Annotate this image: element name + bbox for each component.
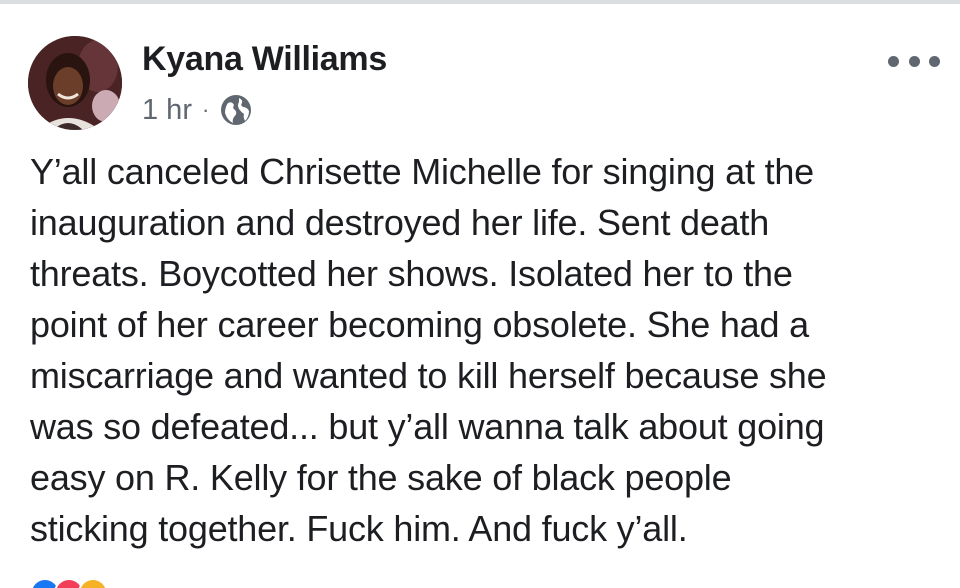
avatar[interactable] bbox=[28, 36, 122, 130]
author-name[interactable]: Kyana Williams bbox=[142, 40, 387, 79]
avatar-photo bbox=[28, 36, 122, 130]
more-dot-3 bbox=[929, 55, 940, 67]
timestamp[interactable]: 1 hr bbox=[142, 94, 192, 127]
post-text-line: point of her career becoming obsolete. S… bbox=[30, 304, 809, 345]
post-card: Kyana Williams 1 hr · Y’all canceled Chr… bbox=[0, 4, 960, 588]
haha-icon bbox=[78, 578, 108, 588]
more-dot-1 bbox=[888, 55, 899, 67]
post-text-line: miscarriage and wanted to kill herself b… bbox=[30, 355, 827, 396]
post-text-line: easy on R. Kelly for the sake of black p… bbox=[30, 457, 732, 498]
post-text-line: was so defeated... but y’all wanna talk … bbox=[30, 406, 825, 447]
meta-separator: · bbox=[201, 97, 210, 122]
post-text: Y’all canceled Chrisette Michelle for si… bbox=[30, 146, 940, 554]
more-options-icon[interactable] bbox=[888, 46, 940, 76]
more-dot-2 bbox=[908, 55, 920, 67]
post-text-line: Y’all canceled Chrisette Michelle for si… bbox=[30, 151, 815, 192]
post-text-line: sticking together. Fuck him. And fuck y’… bbox=[30, 508, 688, 549]
globe-icon[interactable] bbox=[219, 93, 253, 127]
post-text-line: threats. Boycotted her shows. Isolated h… bbox=[30, 253, 793, 294]
reactions-summary[interactable] bbox=[30, 578, 108, 588]
post-text-line: inauguration and destroyed her life. Sen… bbox=[30, 202, 770, 243]
post-meta: 1 hr · bbox=[142, 90, 253, 130]
